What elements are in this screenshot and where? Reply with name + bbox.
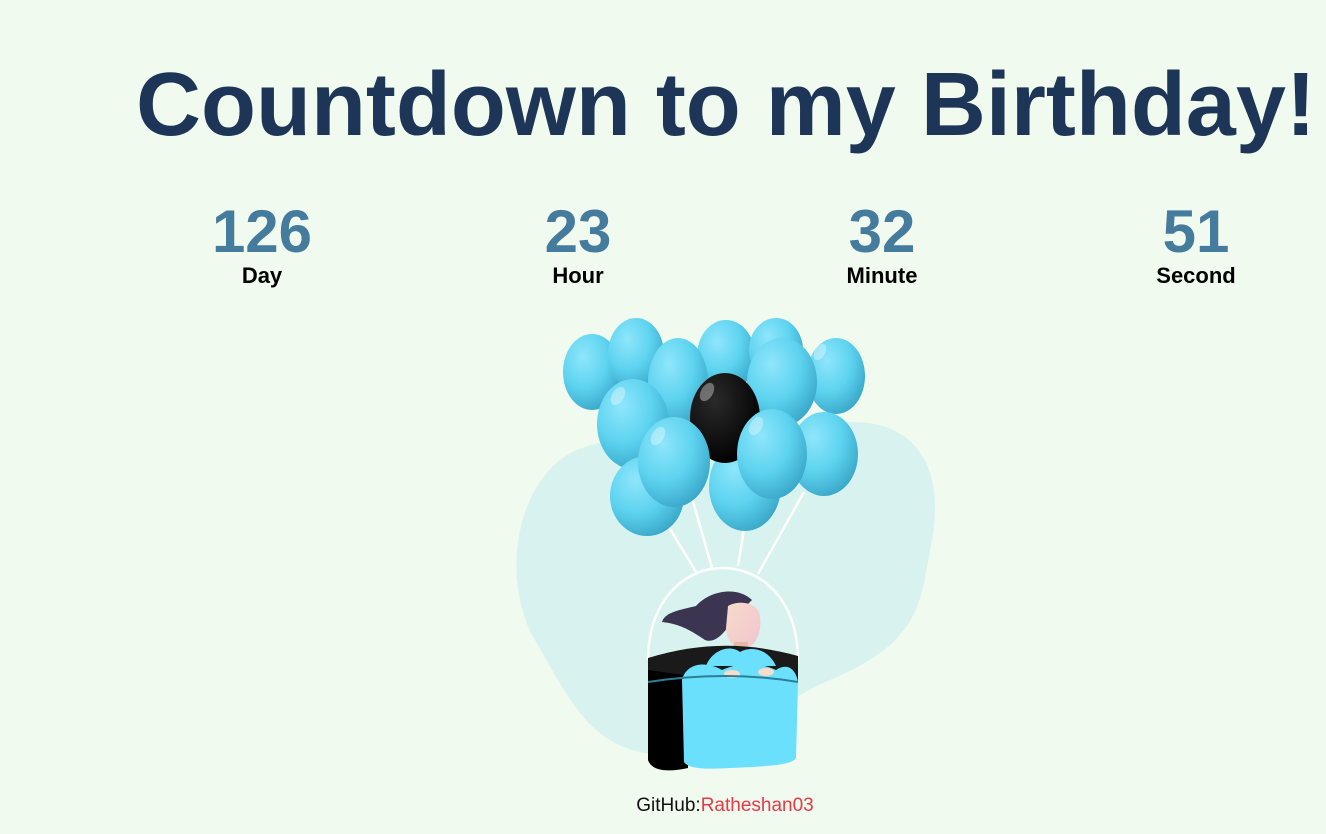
countdown-days: 126 Day bbox=[162, 196, 362, 288]
corner-overlay-fragment bbox=[1316, 786, 1326, 834]
page-title: Countdown to my Birthday! bbox=[136, 55, 1316, 155]
countdown-hours: 23 Hour bbox=[478, 196, 678, 288]
footer: GitHub:Ratheshan03 bbox=[0, 794, 1326, 818]
minutes-value: 32 bbox=[848, 198, 916, 265]
days-label: Day bbox=[241, 263, 283, 288]
countdown-minutes: 32 Minute bbox=[782, 196, 982, 288]
countdown-seconds: 51 Second bbox=[1096, 196, 1296, 288]
hours-label: Hour bbox=[552, 263, 604, 288]
birthday-illustration bbox=[500, 310, 950, 780]
github-link[interactable]: Ratheshan03 bbox=[701, 795, 814, 816]
girl-with-balloons-icon bbox=[516, 318, 936, 771]
footer-prefix: GitHub: bbox=[636, 795, 701, 816]
seconds-value: 51 bbox=[1162, 198, 1230, 265]
hours-value: 23 bbox=[544, 198, 612, 265]
days-value: 126 bbox=[211, 198, 313, 265]
minutes-label: Minute bbox=[846, 263, 918, 288]
seconds-label: Second bbox=[1156, 263, 1236, 288]
